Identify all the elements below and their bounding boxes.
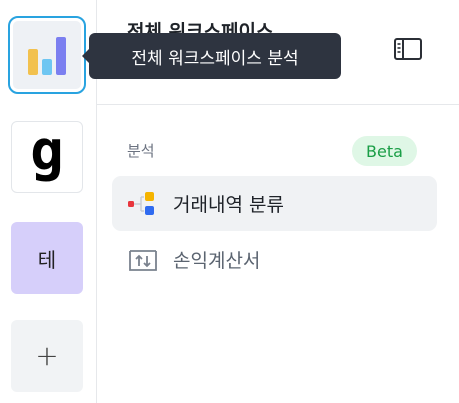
beta-badge: Beta xyxy=(352,136,417,166)
nav-item-label: 거래내역 분류 xyxy=(173,194,284,216)
add-workspace-button[interactable]: + xyxy=(11,320,83,392)
workspace-all-analytics-inner xyxy=(13,21,81,89)
workspace-g[interactable]: g xyxy=(11,121,83,193)
workspace-te[interactable]: 테 xyxy=(11,222,83,294)
nav-item-label: 손익계산서 xyxy=(173,250,261,272)
tooltip-arrow xyxy=(82,49,89,63)
workspace-te-label: 테 xyxy=(37,247,57,272)
tooltip: 전체 워크스페이스 분석 xyxy=(82,33,341,79)
plus-icon: + xyxy=(35,339,59,372)
section-label: 분석 xyxy=(127,142,155,160)
flow-category-icon xyxy=(128,191,154,215)
income-statement-icon xyxy=(129,249,157,271)
sidebar-toggle-icon xyxy=(394,38,422,60)
g-logo-icon: g xyxy=(30,119,64,184)
bar-chart-icon xyxy=(28,37,66,75)
tooltip-text: 전체 워크스페이스 분석 xyxy=(131,48,299,69)
nav-item-income-statement[interactable]: 손익계산서 xyxy=(112,232,437,287)
nav-item-transaction-classification[interactable]: 거래내역 분류 xyxy=(112,176,437,231)
workspace-all-analytics[interactable] xyxy=(8,16,86,94)
sidebar-toggle-button[interactable] xyxy=(394,37,422,61)
